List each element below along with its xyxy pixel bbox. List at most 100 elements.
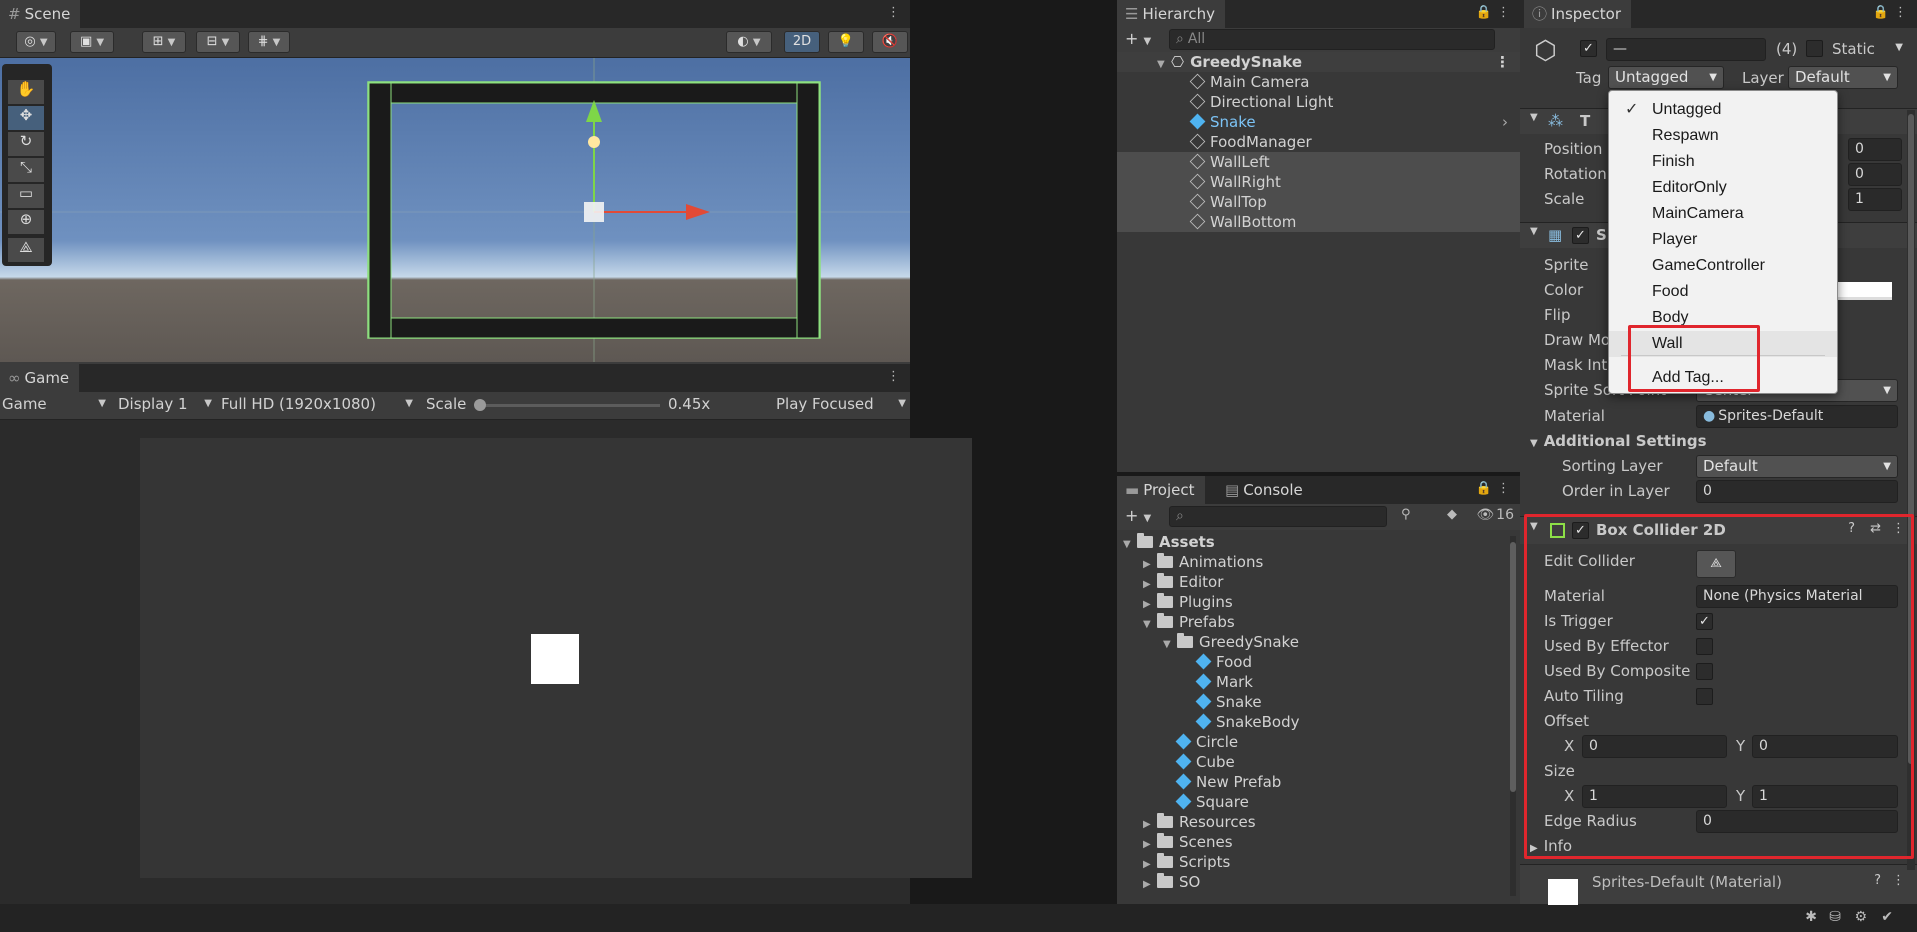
project-prefab[interactable]: Snake (1117, 692, 1504, 712)
sprite-renderer-enabled-checkbox[interactable]: ✓ (1572, 227, 1589, 244)
status-icon-3[interactable]: ⚙ (1854, 909, 1867, 925)
menu-item-tag[interactable]: Respawn (1609, 123, 1837, 149)
move-tool-icon[interactable]: ✥ (8, 106, 44, 130)
project-folder[interactable]: ▶ Animations (1117, 552, 1504, 572)
hierarchy-more-icon[interactable]: ⋮ (1497, 5, 1510, 20)
project-lock-icon[interactable]: 🔒 (1476, 481, 1492, 496)
tab-project[interactable]: ▬ Project (1117, 476, 1205, 504)
menu-item-tag[interactable]: MainCamera (1609, 201, 1837, 227)
project-more-icon[interactable]: ⋮ (1497, 481, 1510, 496)
size-y-field[interactable]: 1 (1752, 785, 1898, 808)
menu-item-tag[interactable]: GameController (1609, 253, 1837, 279)
hierarchy-item[interactable]: WallRight (1117, 172, 1520, 192)
shading-mode-button[interactable]: ◐ ▼ (726, 31, 772, 53)
hand-tool-icon[interactable]: ✋ (8, 80, 44, 104)
material-field[interactable]: ● Sprites-Default (1696, 405, 1898, 428)
offset-y-field[interactable]: 0 (1752, 735, 1898, 758)
project-prefab[interactable]: Food (1117, 652, 1504, 672)
hidden-count[interactable]: 👁 16 (1476, 507, 1514, 523)
transform-tool-icon[interactable]: ⊕ (8, 210, 44, 234)
tab-hierarchy[interactable]: ☰ Hierarchy (1117, 0, 1225, 28)
tab-inspector[interactable]: ⓘ Inspector (1524, 0, 1631, 28)
hierarchy-item[interactable]: Snake › (1117, 112, 1520, 132)
tab-game[interactable]: ∞ Game (0, 364, 80, 392)
scale-z-field[interactable]: 1 (1848, 188, 1902, 211)
is-trigger-checkbox[interactable]: ✓ (1696, 613, 1713, 630)
project-folder[interactable]: ▼ Assets (1117, 532, 1504, 552)
help-icon[interactable]: ? (1848, 521, 1855, 536)
auto-tiling-checkbox[interactable] (1696, 688, 1713, 705)
collider-material-field[interactable]: None (Physics Material (1696, 585, 1898, 608)
project-folder[interactable]: ▶ Scripts (1117, 852, 1504, 872)
scale-tool-icon[interactable]: ⤡ (8, 158, 44, 182)
hierarchy-search-input[interactable]: ⌕ All (1169, 29, 1495, 50)
box-collider-header[interactable]: ▼ ✓ Box Collider 2D ? ⇄ ⋮ (1520, 516, 1917, 544)
gizmo-tool-button[interactable]: ◎ ▼ (16, 31, 56, 53)
hierarchy-item[interactable]: FoodManager (1117, 132, 1520, 152)
layer-dropdown[interactable]: Default ▼ (1788, 66, 1898, 89)
order-in-layer-field[interactable]: 0 (1696, 480, 1898, 503)
edge-radius-field[interactable]: 0 (1696, 810, 1898, 833)
menu-item-add-tag[interactable]: Add Tag... (1609, 365, 1837, 391)
box-collider-enabled-checkbox[interactable]: ✓ (1572, 522, 1589, 539)
project-search-input[interactable]: ⌕ (1169, 506, 1387, 527)
project-prefab[interactable]: Square (1117, 792, 1504, 812)
project-folder[interactable]: ▶ Editor (1117, 572, 1504, 592)
hierarchy-item[interactable]: WallBottom (1117, 212, 1520, 232)
project-prefab[interactable]: Mark (1117, 672, 1504, 692)
material-more-icon[interactable]: ⋮ (1892, 873, 1905, 888)
offset-x-field[interactable]: 0 (1582, 735, 1727, 758)
project-prefab[interactable]: New Prefab (1117, 772, 1504, 792)
preset-icon[interactable]: ⇄ (1870, 521, 1881, 536)
inspector-more-icon[interactable]: ⋮ (1894, 5, 1907, 20)
project-folder[interactable]: ▶ Plugins (1117, 592, 1504, 612)
rect-tool-icon[interactable]: ▭ (8, 184, 44, 208)
static-dropdown-icon[interactable]: ▼ (1895, 42, 1903, 53)
project-scrollbar[interactable] (1510, 536, 1516, 896)
status-icon-1[interactable]: ✱ (1805, 909, 1817, 925)
draw-mode-button[interactable]: ▣ ▼ (70, 31, 114, 53)
game-more-icon[interactable]: ⋮ (887, 369, 900, 384)
sorting-layer-dropdown[interactable]: Default ▼ (1696, 455, 1898, 478)
increment-snap-button[interactable]: ⊟ ▼ (196, 31, 240, 53)
used-by-composite-checkbox[interactable] (1696, 663, 1713, 680)
menu-item-tag[interactable]: Finish (1609, 149, 1837, 175)
size-x-field[interactable]: 1 (1582, 785, 1727, 808)
lighting-toggle-icon[interactable]: 💡 (828, 31, 864, 53)
hierarchy-item[interactable]: WallLeft (1117, 152, 1520, 172)
menu-item-tag[interactable]: Body (1609, 305, 1837, 331)
project-folder[interactable]: ▶ Resources (1117, 812, 1504, 832)
position-z-field[interactable]: 0 (1848, 138, 1902, 161)
hierarchy-item[interactable]: Directional Light (1117, 92, 1520, 112)
scene-more-icon[interactable]: ⋮ (887, 5, 900, 20)
edit-collider-button[interactable]: ⟁ (1696, 550, 1736, 578)
project-folder[interactable]: ▼ GreedySnake (1117, 632, 1504, 652)
project-prefab[interactable]: SnakeBody (1117, 712, 1504, 732)
project-folder[interactable]: ▼ Prefabs (1117, 612, 1504, 632)
search-by-label-icon[interactable]: ◆ (1447, 507, 1457, 522)
menu-item-tag[interactable]: Player (1609, 227, 1837, 253)
active-checkbox[interactable]: ✓ (1580, 40, 1597, 57)
chevron-right-icon[interactable]: ▶ (1143, 875, 1157, 895)
grid-visibility-button[interactable]: ⋕ ▼ (248, 31, 290, 53)
status-check-icon[interactable]: ✔ (1881, 909, 1893, 925)
inspector-scrollbar[interactable] (1907, 110, 1915, 870)
used-by-effector-checkbox[interactable] (1696, 638, 1713, 655)
material-help-icon[interactable]: ? (1874, 873, 1881, 888)
project-folder[interactable]: ▶ Scenes (1117, 832, 1504, 852)
project-folder[interactable]: ▶ SO (1117, 872, 1504, 892)
menu-item-tag[interactable]: Food (1609, 279, 1837, 305)
menu-item-tag[interactable]: ✓ Untagged (1609, 97, 1837, 123)
inspector-lock-icon[interactable]: 🔒 (1873, 5, 1889, 20)
hierarchy-lock-icon[interactable]: 🔒 (1476, 5, 1492, 20)
hierarchy-add-button[interactable]: + ▼ (1125, 29, 1151, 48)
status-icon-2[interactable]: ⛁ (1829, 909, 1841, 925)
color-swatch[interactable] (1838, 282, 1892, 300)
component-more-icon[interactable]: ⋮ (1892, 521, 1905, 536)
custom-tool-icon[interactable]: ⟁ (8, 238, 44, 262)
name-input[interactable]: — (1606, 38, 1766, 61)
audio-toggle-icon[interactable]: 🔇 (872, 31, 908, 53)
project-prefab[interactable]: Circle (1117, 732, 1504, 752)
hierarchy-root[interactable]: ▼ ⎔ GreedySnake ⋮ (1117, 52, 1520, 72)
hierarchy-item[interactable]: Main Camera (1117, 72, 1520, 92)
